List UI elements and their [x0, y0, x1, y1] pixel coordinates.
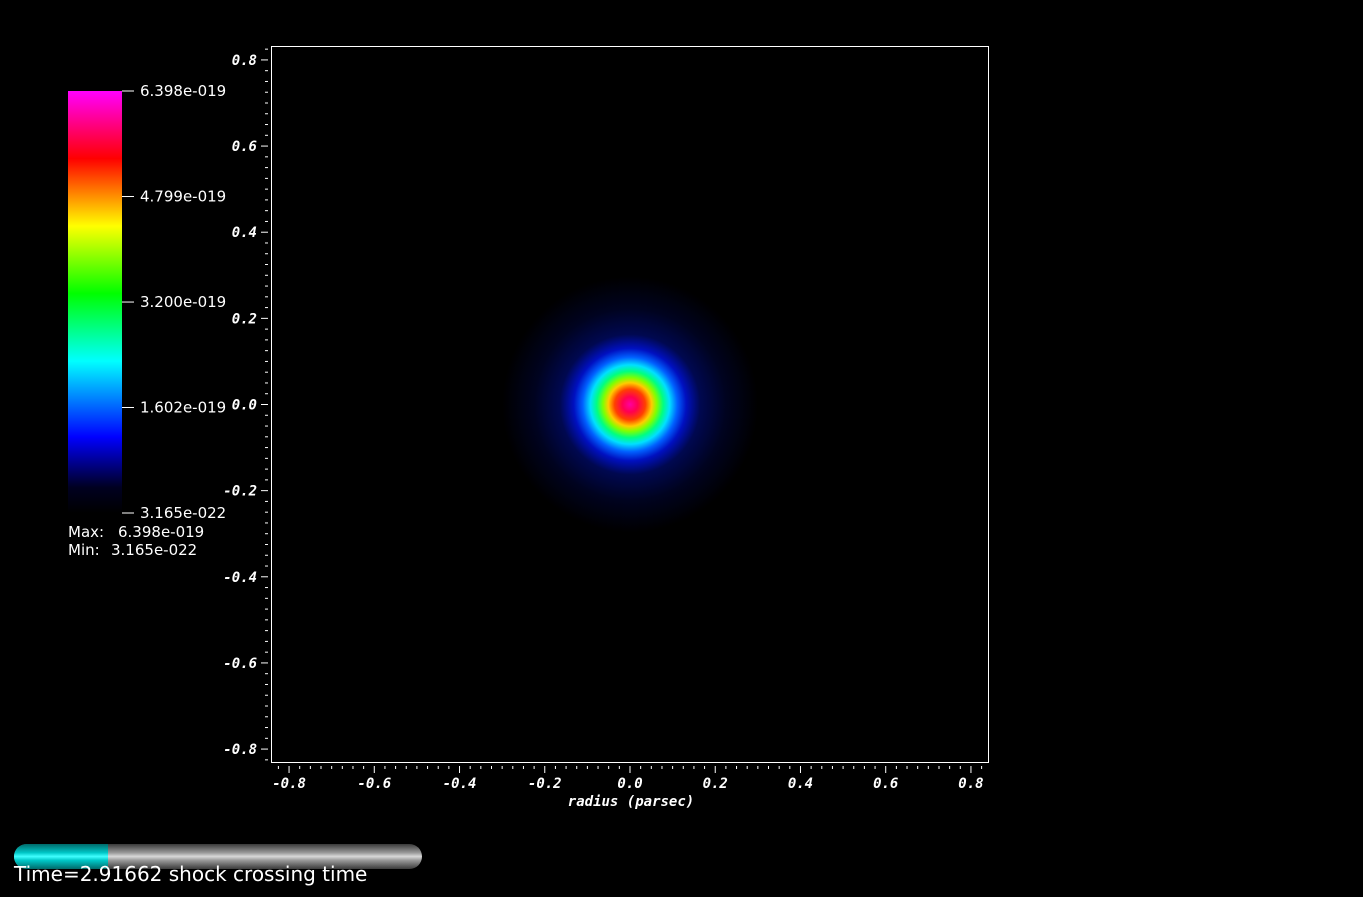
x-tick-label: 0.2: [703, 776, 728, 792]
y-tick-label: -0.8: [223, 742, 257, 758]
y-tick-label: 0.6: [232, 139, 257, 155]
y-tick-label: -0.4: [223, 570, 257, 586]
x-tick-label: -0.2: [528, 776, 562, 792]
y-axis: 0.8 0.6 0.4 0.2 0.0 -0.2 -0.4 -0.6 -0.8: [223, 48, 268, 761]
density-heatmap: [502, 276, 758, 533]
colorbar-tick-label: 6.398e-019: [140, 82, 226, 100]
time-label: Time=2.91662 shock crossing time: [14, 862, 368, 886]
max-value: 6.398e-019: [118, 523, 204, 541]
max-label: Max:: [68, 523, 104, 541]
colorbar-tick-label: 3.165e-022: [140, 504, 226, 522]
colorbar-tick-label: 1.602e-019: [140, 398, 226, 416]
colorbar-ticks: 6.398e-019 4.799e-019 3.200e-019 1.602e-019…: [122, 82, 226, 522]
y-tick-label: -0.2: [223, 484, 257, 500]
y-tick-label: 0.4: [232, 225, 257, 241]
x-tick-label: -0.4: [443, 776, 477, 792]
x-tick-label: -0.6: [357, 776, 391, 792]
x-axis-title: radius (parsec): [568, 794, 694, 810]
x-axis: -0.8 -0.6 -0.4 -0.2 0.0 0.2 0.4 0.6 0.8: [272, 766, 984, 792]
colorbar: 6.398e-019 4.799e-019 3.200e-019 1.602e-019…: [68, 82, 226, 522]
min-value: 3.165e-022: [111, 541, 197, 559]
plot-area: -0.8 -0.6 -0.4 -0.2 0.0 0.2 0.4 0.6 0.8 0.80.60.…: [68, 46, 989, 810]
x-tick-label: 0.8: [958, 776, 983, 792]
y-tick-label: -0.6: [223, 656, 257, 672]
y-tick-label: 0.2: [232, 311, 257, 327]
colorbar-gradient: [68, 91, 122, 513]
y-tick-label: 0.8: [232, 53, 257, 69]
colorbar-tick-label: 4.799e-019: [140, 188, 226, 206]
colorbar-tick-label: 3.200e-019: [140, 293, 226, 311]
x-tick-label: 0.0: [617, 776, 642, 792]
min-label: Min:: [68, 541, 100, 559]
density-peak: [502, 276, 758, 533]
x-tick-label: 0.4: [788, 776, 813, 792]
x-tick-label: 0.6: [873, 776, 898, 792]
y-tick-label: 0.0: [232, 398, 257, 414]
x-tick-label: -0.8: [272, 776, 306, 792]
